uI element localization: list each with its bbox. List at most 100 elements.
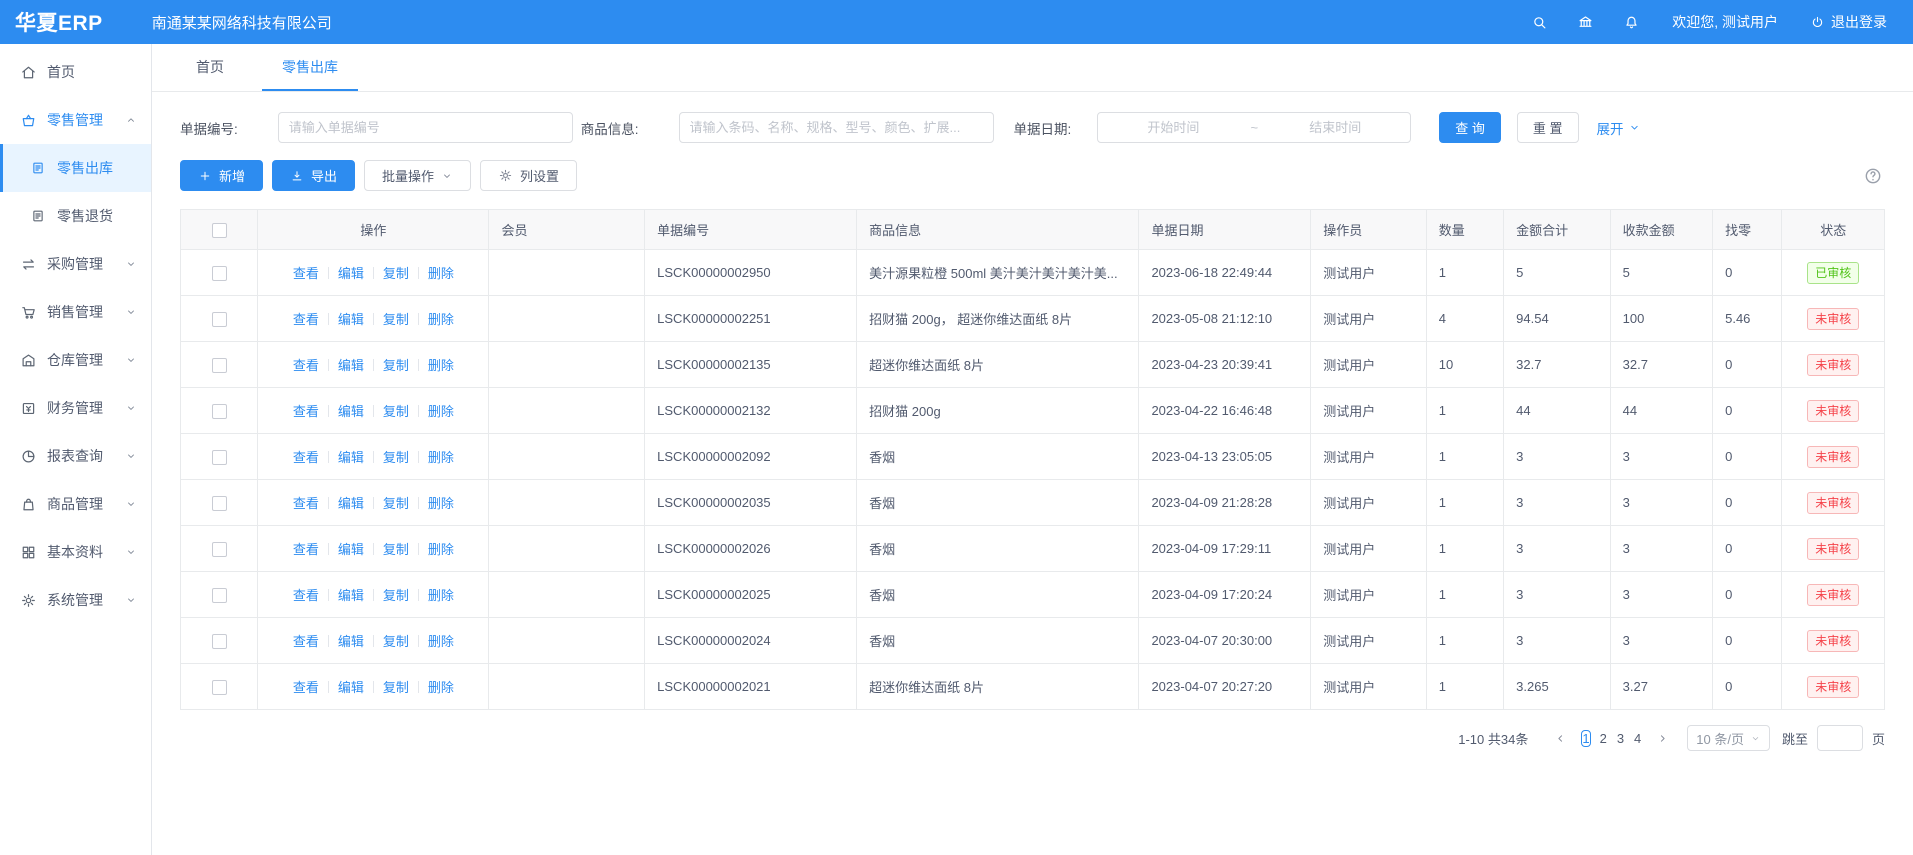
cell-qty: 1 [1426, 572, 1503, 618]
row-checkbox[interactable] [212, 680, 227, 695]
edit-link[interactable]: 编辑 [338, 404, 364, 419]
view-link[interactable]: 查看 [293, 496, 319, 511]
delete-link[interactable]: 删除 [428, 312, 454, 327]
copy-link[interactable]: 复制 [383, 312, 409, 327]
page-button-1[interactable]: 1 [1581, 730, 1590, 747]
cell-status: 未审核 [1782, 342, 1885, 388]
sidebar-item-report-query[interactable]: 报表查询 [0, 432, 151, 480]
reset-button[interactable]: 重 置 [1517, 112, 1579, 143]
next-page-button[interactable] [1650, 726, 1675, 751]
date-end-input[interactable] [1260, 114, 1410, 141]
sidebar-item-system-management[interactable]: 系统管理 [0, 576, 151, 624]
column-settings-button[interactable]: 列设置 [480, 160, 577, 191]
help-icon[interactable] [1863, 166, 1883, 186]
sidebar-item-purchase-management[interactable]: 采购管理 [0, 240, 151, 288]
sidebar-item-home[interactable]: 首页 [0, 48, 151, 96]
copy-link[interactable]: 复制 [383, 450, 409, 465]
cell-status: 未审核 [1782, 618, 1885, 664]
sidebar-item-sales-management[interactable]: 销售管理 [0, 288, 151, 336]
delete-link[interactable]: 删除 [428, 588, 454, 603]
delete-link[interactable]: 删除 [428, 496, 454, 511]
cell-member [489, 572, 645, 618]
copy-link[interactable]: 复制 [383, 588, 409, 603]
cell-product: 香烟 [857, 480, 1139, 526]
sidebar-item-basic-data[interactable]: 基本资料 [0, 528, 151, 576]
logout-button[interactable]: 退出登录 [1810, 12, 1887, 32]
page-button-3[interactable]: 3 [1616, 730, 1625, 747]
date-start-input[interactable] [1098, 114, 1248, 141]
page-button-4[interactable]: 4 [1633, 730, 1642, 747]
prev-page-button[interactable] [1548, 726, 1573, 751]
jump-to-input[interactable] [1817, 725, 1863, 751]
company-name: 南通某某网络科技有限公司 [152, 12, 332, 33]
copy-link[interactable]: 复制 [383, 404, 409, 419]
sidebar-item-retail-management[interactable]: 零售管理 [0, 96, 151, 144]
copy-link[interactable]: 复制 [383, 542, 409, 557]
row-checkbox[interactable] [212, 358, 227, 373]
row-checkbox[interactable] [212, 312, 227, 327]
select-all-checkbox[interactable] [212, 223, 227, 238]
edit-link[interactable]: 编辑 [338, 680, 364, 695]
bill-no-input[interactable] [278, 112, 573, 143]
view-link[interactable]: 查看 [293, 358, 319, 373]
view-link[interactable]: 查看 [293, 542, 319, 557]
delete-link[interactable]: 删除 [428, 450, 454, 465]
row-checkbox[interactable] [212, 450, 227, 465]
row-checkbox[interactable] [212, 496, 227, 511]
copy-link[interactable]: 复制 [383, 680, 409, 695]
edit-link[interactable]: 编辑 [338, 266, 364, 281]
sidebar-item-goods-management[interactable]: 商品管理 [0, 480, 151, 528]
batch-operations-button[interactable]: 批量操作 [364, 160, 471, 191]
edit-link[interactable]: 编辑 [338, 358, 364, 373]
view-link[interactable]: 查看 [293, 634, 319, 649]
chevron-down-icon [125, 402, 137, 414]
delete-link[interactable]: 删除 [428, 404, 454, 419]
view-link[interactable]: 查看 [293, 404, 319, 419]
export-button[interactable]: 导出 [272, 160, 355, 191]
row-checkbox[interactable] [212, 266, 227, 281]
page-button-2[interactable]: 2 [1599, 730, 1608, 747]
row-checkbox[interactable] [212, 588, 227, 603]
view-link[interactable]: 查看 [293, 266, 319, 281]
delete-link[interactable]: 删除 [428, 266, 454, 281]
notification-bell-icon[interactable] [1608, 14, 1654, 31]
date-range-picker[interactable]: ~ [1097, 112, 1411, 143]
cell-received: 5 [1610, 250, 1712, 296]
page-size-select[interactable]: 10 条/页 [1687, 725, 1770, 751]
tab-home[interactable]: 首页 [176, 57, 244, 91]
row-checkbox[interactable] [212, 542, 227, 557]
delete-link[interactable]: 删除 [428, 358, 454, 373]
edit-link[interactable]: 编辑 [338, 450, 364, 465]
add-button[interactable]: 新增 [180, 160, 263, 191]
edit-link[interactable]: 编辑 [338, 542, 364, 557]
edit-link[interactable]: 编辑 [338, 312, 364, 327]
edit-link[interactable]: 编辑 [338, 634, 364, 649]
view-link[interactable]: 查看 [293, 450, 319, 465]
copy-link[interactable]: 复制 [383, 266, 409, 281]
tab-retail-outbound[interactable]: 零售出库 [262, 57, 358, 91]
delete-link[interactable]: 删除 [428, 680, 454, 695]
sidebar-item-label: 采购管理 [47, 254, 125, 274]
expand-link[interactable]: 展开 [1597, 118, 1641, 138]
copy-link[interactable]: 复制 [383, 358, 409, 373]
cell-qty: 1 [1426, 526, 1503, 572]
edit-link[interactable]: 编辑 [338, 588, 364, 603]
delete-link[interactable]: 删除 [428, 634, 454, 649]
copy-link[interactable]: 复制 [383, 496, 409, 511]
view-link[interactable]: 查看 [293, 680, 319, 695]
row-checkbox[interactable] [212, 404, 227, 419]
copy-link[interactable]: 复制 [383, 634, 409, 649]
row-checkbox[interactable] [212, 634, 227, 649]
search-icon[interactable] [1516, 14, 1562, 31]
view-link[interactable]: 查看 [293, 312, 319, 327]
search-button[interactable]: 查 询 [1439, 112, 1501, 143]
sidebar-item-finance-management[interactable]: 财务管理 [0, 384, 151, 432]
bank-icon[interactable] [1562, 14, 1608, 31]
view-link[interactable]: 查看 [293, 588, 319, 603]
delete-link[interactable]: 删除 [428, 542, 454, 557]
product-info-input[interactable] [679, 112, 994, 143]
sidebar-item-retail-return[interactable]: 零售退货 [0, 192, 151, 240]
sidebar-item-warehouse-management[interactable]: 仓库管理 [0, 336, 151, 384]
edit-link[interactable]: 编辑 [338, 496, 364, 511]
sidebar-item-retail-outbound[interactable]: 零售出库 [0, 144, 151, 192]
